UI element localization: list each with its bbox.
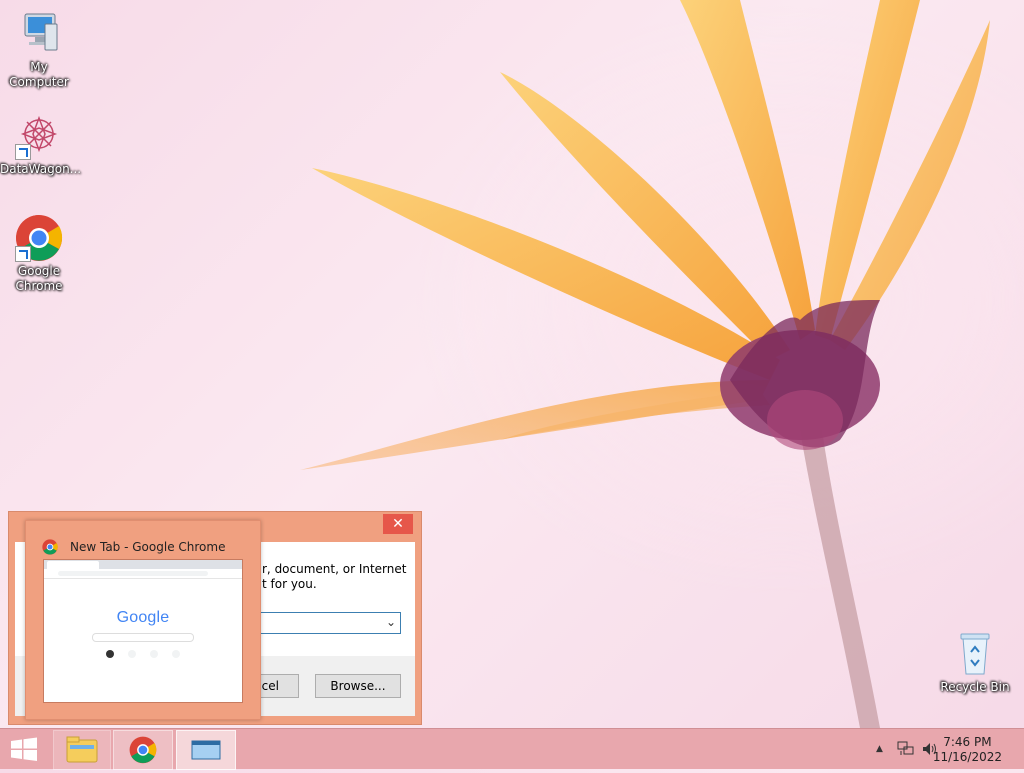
run-description: r, document, or Internet t for you.: [262, 562, 407, 591]
shortcut-arrow-icon: [15, 144, 31, 160]
run-open-input[interactable]: ⌄: [249, 612, 401, 634]
mini-search-box: [92, 633, 194, 642]
computer-icon: [15, 10, 63, 58]
start-button[interactable]: [0, 730, 48, 768]
google-logo: Google: [44, 609, 242, 627]
chevron-down-icon[interactable]: ⌄: [386, 615, 396, 629]
desktop-icon-google-chrome[interactable]: Google Chrome: [0, 214, 78, 294]
chrome-icon: [15, 214, 63, 262]
google-logo-text: Google: [116, 609, 170, 626]
shortcut-arrow-icon: [15, 246, 31, 262]
mini-address-bar: [44, 569, 242, 579]
desktop-icon-label: DataWagon...: [0, 162, 82, 176]
recycle-bin-icon: [951, 630, 999, 678]
taskbar-run-dialog[interactable]: [176, 730, 236, 770]
desktop-icon-recycle-bin[interactable]: Recycle Bin: [936, 630, 1014, 695]
mini-shortcuts: [44, 650, 242, 658]
preview-thumbnail[interactable]: Google: [43, 559, 243, 703]
desktop-icon-label: My Computer: [9, 60, 69, 89]
chrome-icon: [129, 736, 157, 764]
system-clock[interactable]: 7:46 PM 11/16/2022: [933, 735, 1002, 765]
chrome-icon: [42, 539, 58, 555]
desktop-icon-label: Recycle Bin: [940, 680, 1010, 694]
close-button[interactable]: ✕: [383, 514, 413, 534]
browse-button[interactable]: Browse...: [315, 674, 401, 698]
chrome-window-preview[interactable]: New Tab - Google Chrome Google: [25, 520, 261, 720]
taskbar: ▲ 7:46 PM 11/16/2022: [0, 728, 1024, 770]
mini-tab-bar: [44, 560, 242, 569]
taskbar-file-explorer[interactable]: [53, 730, 111, 770]
clock-date: 11/16/2022: [932, 750, 1002, 764]
datawagon-logo-icon: [15, 112, 63, 160]
windows-logo-icon: [11, 737, 37, 761]
desktop-icon-label: Google Chrome: [15, 264, 63, 293]
run-window-icon: [191, 740, 221, 760]
preview-title-row: New Tab - Google Chrome: [42, 539, 225, 555]
desktop-icon-my-computer[interactable]: My Computer: [0, 10, 78, 90]
taskbar-google-chrome[interactable]: [113, 730, 173, 770]
folder-icon: [66, 736, 98, 763]
desktop-icon-datawagon[interactable]: DataWagon...: [0, 112, 82, 177]
network-icon[interactable]: [897, 741, 915, 757]
show-hidden-icons[interactable]: ▲: [876, 744, 883, 754]
mini-tab: [47, 561, 99, 569]
clock-time: 7:46 PM: [943, 735, 992, 749]
preview-title: New Tab - Google Chrome: [70, 540, 226, 554]
